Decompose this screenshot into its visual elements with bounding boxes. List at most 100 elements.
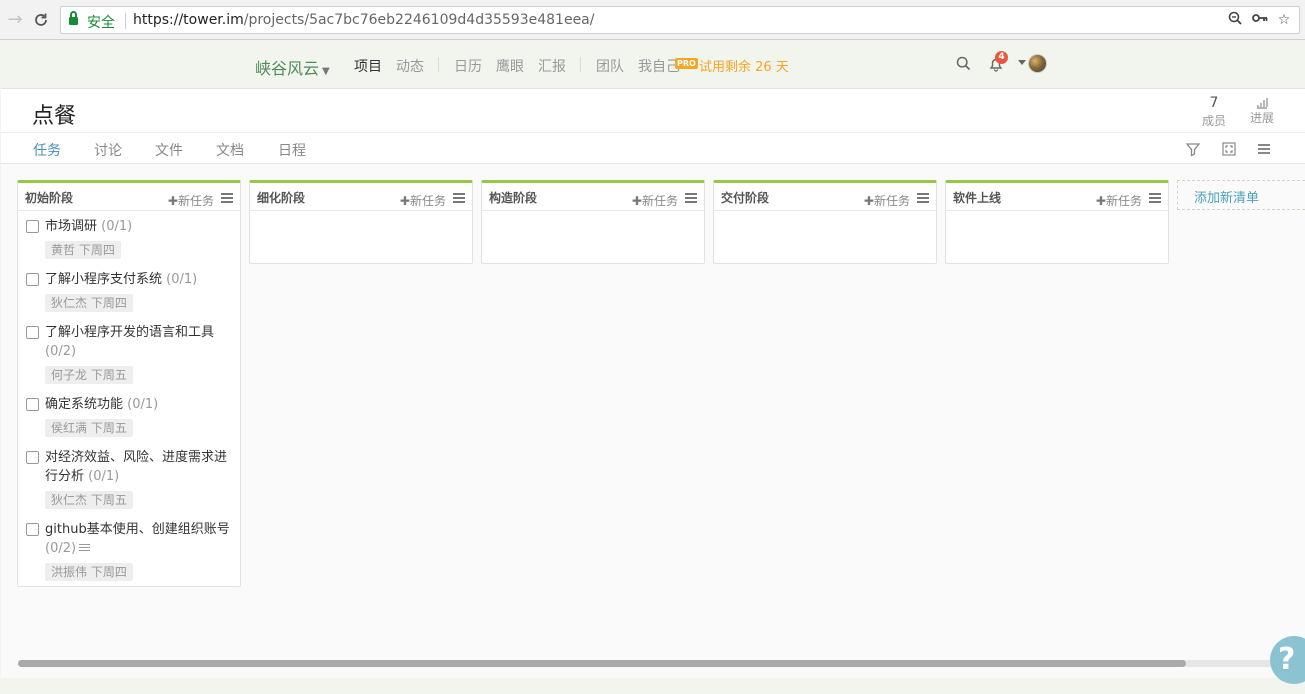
task-assignee-due[interactable]: 洪振伟 下周四 (45, 563, 133, 581)
task-assignee-due[interactable]: 狄仁杰 下周四 (45, 294, 133, 312)
task-checkbox[interactable] (26, 273, 39, 286)
new-task-button[interactable]: ✚新任务 (1096, 192, 1142, 209)
task-list-name: 交付阶段 (721, 191, 770, 205)
task-list-body: 市场调研 (0/1) 黄哲 下周四 了解小程序支付系统 (0/1) 狄仁杰 下周… (18, 211, 240, 586)
task-count: (0/2) (45, 344, 77, 359)
horizontal-scrollbar[interactable] (18, 660, 1305, 667)
star-icon[interactable]: ☆ (1275, 11, 1293, 29)
browser-toolbar: → 安全 https://tower.im/projects/5ac7bc76e… (0, 0, 1305, 40)
progress-stat[interactable]: 进展 (1242, 95, 1282, 126)
task-item[interactable]: 市场调研 (0/1) 黄哲 下周四 (18, 211, 240, 264)
member-label: 成员 (1201, 114, 1226, 128)
nav-team[interactable]: 团队 (596, 56, 624, 76)
add-list-button[interactable]: 添加新清单 (1177, 180, 1305, 210)
task-checkbox[interactable] (26, 451, 39, 464)
member-count: 7 (1209, 95, 1219, 111)
plus-icon: ✚ (863, 194, 874, 208)
list-menu-icon[interactable] (917, 193, 929, 203)
trial-remaining[interactable]: 试用剩余 26 天 (699, 56, 789, 75)
address-divider (125, 13, 126, 29)
nav-divider (438, 57, 439, 72)
project-tabs: 任务 讨论 文件 文档 日程 (1, 132, 1305, 164)
new-task-button[interactable]: ✚新任务 (168, 192, 214, 209)
task-title[interactable]: 对经济效益、风险、进度需求进行分析 (45, 450, 227, 484)
caret-down-icon[interactable] (1018, 60, 1026, 65)
project-title: 点餐 (32, 104, 77, 129)
nav-hawkeye[interactable]: 鹰眼 (496, 56, 524, 76)
url-text[interactable]: https://tower.im/projects/5ac7bc76eb2246… (133, 12, 594, 28)
url-path: /projects/5ac7bc76eb2246109d4d35593e481e… (243, 12, 595, 28)
app-header: 峡谷风云 ▼ 项目 动态 日历 鹰眼 汇报 团队 我自己 PRO 试用剩余 26 … (0, 41, 1305, 88)
tab-discussions[interactable]: 讨论 (94, 140, 122, 160)
task-checkbox[interactable] (26, 326, 39, 339)
team-name: 峡谷风云 (255, 59, 320, 78)
task-list-header: 细化阶段 ✚新任务 (250, 183, 472, 211)
project-header: 点餐 7 成员 进展 (1, 89, 1305, 132)
lock-icon (69, 11, 78, 25)
nav-activity[interactable]: 动态 (396, 56, 424, 76)
nav-projects[interactable]: 项目 (354, 56, 382, 76)
zoom-icon[interactable] (1226, 11, 1244, 29)
tab-schedule[interactable]: 日程 (278, 140, 306, 160)
task-item[interactable]: 对经济效益、风险、进度需求进行分析 (0/1) 狄仁杰 下周五 (18, 442, 240, 514)
nav-reports[interactable]: 汇报 (538, 56, 566, 76)
task-list: 构造阶段 ✚新任务 (481, 180, 705, 264)
members-stat[interactable]: 7 成员 (1194, 95, 1234, 129)
fullscreen-icon[interactable] (1221, 141, 1237, 157)
task-title[interactable]: 确定系统功能 (45, 397, 123, 412)
secure-label: 安全 (87, 15, 115, 31)
task-assignee-due[interactable]: 何子龙 下周五 (45, 366, 133, 384)
plus-icon: ✚ (399, 194, 410, 208)
list-menu-icon[interactable] (453, 193, 465, 203)
scrollbar-thumb[interactable] (18, 660, 1186, 667)
filter-icon[interactable] (1185, 141, 1201, 157)
address-bar[interactable]: 安全 https://tower.im/projects/5ac7bc76eb2… (60, 6, 1300, 34)
new-task-button[interactable]: ✚新任务 (864, 192, 910, 209)
task-title[interactable]: 了解小程序开发的语言和工具 (45, 325, 214, 340)
task-count: (0/1) (127, 397, 159, 412)
new-task-label: 新任务 (873, 194, 910, 208)
task-count: (0/1) (88, 469, 120, 484)
new-task-button[interactable]: ✚新任务 (400, 192, 446, 209)
task-list-header: 软件上线 ✚新任务 (946, 183, 1168, 211)
task-list: 细化阶段 ✚新任务 (249, 180, 473, 264)
tab-files[interactable]: 文件 (155, 140, 183, 160)
task-item[interactable]: github基本使用、创建组织账号 (0/2) 洪振伟 下周四 (18, 514, 240, 586)
task-item[interactable]: 了解小程序开发的语言和工具 (0/2) 何子龙 下周五 (18, 317, 240, 389)
task-list-name: 细化阶段 (257, 191, 306, 205)
task-title[interactable]: github基本使用、创建组织账号 (45, 522, 230, 537)
task-checkbox[interactable] (26, 220, 39, 233)
task-list: 交付阶段 ✚新任务 (713, 180, 937, 264)
task-assignee-due[interactable]: 侯红满 下周五 (45, 419, 133, 437)
new-task-button[interactable]: ✚新任务 (632, 192, 678, 209)
list-menu-icon[interactable] (1149, 193, 1161, 203)
task-title[interactable]: 市场调研 (45, 219, 97, 234)
task-item[interactable]: 了解小程序支付系统 (0/1) 狄仁杰 下周四 (18, 264, 240, 317)
back-arrow-icon[interactable]: → (4, 9, 26, 31)
task-assignee-due[interactable]: 狄仁杰 下周五 (45, 491, 133, 509)
task-checkbox[interactable] (26, 523, 39, 536)
menu-icon[interactable] (1256, 141, 1272, 157)
task-list-name: 构造阶段 (489, 191, 538, 205)
tab-tasks[interactable]: 任务 (33, 140, 61, 160)
nav-calendar[interactable]: 日历 (454, 56, 482, 76)
task-title[interactable]: 了解小程序支付系统 (45, 272, 162, 287)
reload-icon[interactable] (30, 9, 52, 31)
tab-docs[interactable]: 文档 (216, 140, 244, 160)
new-task-label: 新任务 (641, 194, 678, 208)
list-menu-icon[interactable] (685, 193, 697, 203)
avatar[interactable] (1028, 54, 1047, 73)
bar-chart-icon (1257, 98, 1268, 109)
plus-icon: ✚ (1095, 194, 1106, 208)
key-icon[interactable] (1251, 11, 1269, 29)
pro-badge: PRO (675, 58, 698, 69)
task-list: 初始阶段 ✚新任务 市场调研 (0/1) 黄哲 下周四 了解小程序支付系统 (0… (17, 180, 241, 587)
list-menu-icon[interactable] (221, 193, 233, 203)
search-icon[interactable] (956, 56, 971, 71)
team-switcher[interactable]: 峡谷风云 ▼ (255, 55, 330, 79)
nav-me[interactable]: 我自己 (638, 56, 680, 76)
task-assignee-due[interactable]: 黄哲 下周四 (45, 241, 121, 259)
task-list-name: 初始阶段 (25, 191, 74, 205)
task-checkbox[interactable] (26, 398, 39, 411)
task-item[interactable]: 确定系统功能 (0/1) 侯红满 下周五 (18, 389, 240, 442)
